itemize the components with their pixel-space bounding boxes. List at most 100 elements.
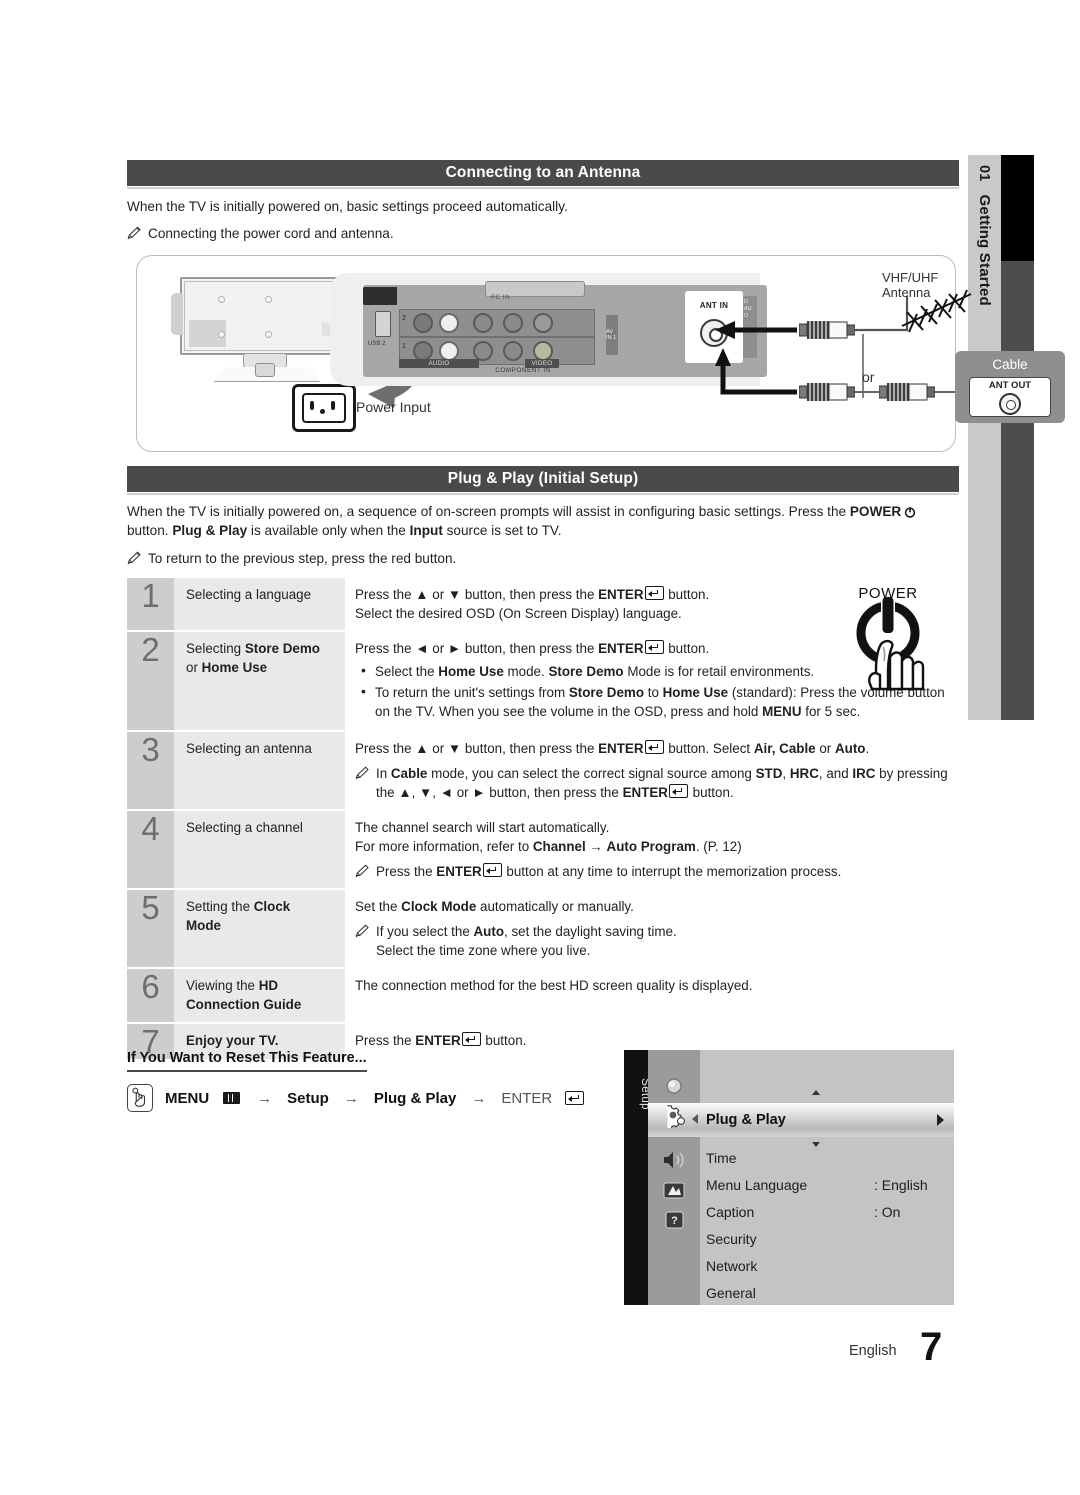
input-bold: Input <box>409 523 443 538</box>
plugplay-label: Plug & Play <box>373 1089 457 1107</box>
plugplay-bold: Plug & Play <box>172 523 248 538</box>
step5-title-b2: Mode <box>186 917 221 933</box>
scroll-up-indicator <box>812 1090 820 1095</box>
pencil-icon <box>127 226 142 240</box>
power-button-illustration: POWER <box>838 585 956 715</box>
cable-routing-lines <box>715 296 955 398</box>
osd-selected-item[interactable]: Plug & Play <box>706 1108 954 1132</box>
table-row: 1 Selecting a language Press the ▲ or ▼ … <box>127 578 959 630</box>
footer-language: English <box>849 1343 897 1359</box>
osd-setup-menu: Setup ? Plug & Play Time Menu Language: … <box>624 1050 954 1305</box>
page-number: 7 <box>920 1325 943 1369</box>
plugplay-intro: When the TV is initially powered on, a s… <box>127 502 947 540</box>
step-number: 4 <box>127 811 174 888</box>
enter-key-icon <box>644 740 664 754</box>
step-description: The connection method for the best HD sc… <box>345 969 959 1022</box>
plugplay-note-text: To return to the previous step, press th… <box>148 551 457 566</box>
osd-selected-label: Plug & Play <box>706 1112 786 1128</box>
step4-line2: For more information, refer to Channel →… <box>355 839 742 854</box>
ant-out-label: ANT OUT <box>988 380 1032 391</box>
step5-title-pre: Setting the <box>186 899 254 914</box>
osd-item-caption[interactable]: Caption : On <box>706 1200 954 1224</box>
manual-page: 01 Getting Started Connecting to an Ante… <box>0 0 1080 1495</box>
antenna-note: Connecting the power cord and antenna. <box>127 224 947 243</box>
section-header-plugplay: Plug & Play (Initial Setup) <box>127 466 959 495</box>
plugplay-intro-b: button. <box>127 523 173 538</box>
reset-menu-path: MENU → Setup → Plug & Play → ENTER <box>127 1084 585 1112</box>
ant-out-jack <box>999 393 1021 415</box>
osd-item-value: : English <box>874 1177 928 1193</box>
step3-lead: Press the ▲ or ▼ button, then press the … <box>355 740 870 756</box>
antenna-intro-text: When the TV is initially powered on, bas… <box>127 199 568 214</box>
menu-key-icon <box>223 1092 241 1104</box>
step5-note-line2: Select the time zone where you live. <box>376 943 591 958</box>
step2-title-pre: Selecting <box>186 641 245 656</box>
step-title: Viewing the HD Connection Guide <box>174 969 345 1022</box>
reset-section-title: If You Want to Reset This Feature... <box>127 1050 367 1072</box>
enter-key-icon <box>565 1091 585 1105</box>
side-tab-text: 01 Getting Started <box>968 155 1001 720</box>
setup-label: Setup <box>287 1089 329 1107</box>
osd-item-time[interactable]: Time <box>706 1146 954 1170</box>
osd-item-network[interactable]: Network <box>706 1254 954 1278</box>
chapter-number: 01 <box>976 165 993 182</box>
step7-title-bold: Enjoy your TV. <box>186 1033 279 1048</box>
setup-steps-table: 1 Selecting a language Press the ▲ or ▼ … <box>127 578 959 1059</box>
header-underline <box>127 187 959 189</box>
step2-title-mid: or <box>186 659 202 675</box>
power-illustration-label: POWER <box>858 585 918 602</box>
chapter-side-tab: 01 Getting Started <box>968 155 1034 720</box>
support-icon: ? <box>660 1208 688 1232</box>
cable-box: Cable ANT OUT <box>955 351 1065 423</box>
or-label: or <box>862 369 875 385</box>
power-symbol-icon <box>904 504 916 518</box>
osd-item-label: Menu Language <box>706 1177 808 1193</box>
cable-label: Cable <box>992 357 1028 372</box>
enter-label: ENTER <box>501 1089 553 1107</box>
step-number: 6 <box>127 969 174 1022</box>
step5-lead: Set the Clock Mode automatically or manu… <box>355 899 634 914</box>
step-description: Set the Clock Mode automatically or manu… <box>345 890 959 967</box>
plugplay-note: To return to the previous step, press th… <box>127 549 947 568</box>
channel-icon <box>660 1178 688 1202</box>
section-title-plugplay: Plug & Play (Initial Setup) <box>447 470 639 487</box>
osd-item-label: Network <box>706 1258 758 1274</box>
header-underline <box>127 493 959 495</box>
hand-pointer-icon <box>127 1084 153 1112</box>
osd-item-label: Caption <box>706 1204 755 1220</box>
sound-icon <box>660 1148 688 1172</box>
step3-note: In Cable mode, you can select the correc… <box>355 764 959 802</box>
osd-item-security[interactable]: Security <box>706 1227 954 1251</box>
antenna-connection-diagram: Power Input PC IN USB 2 2 1 AUDIO VIDEO … <box>136 255 1065 452</box>
enter-key-icon <box>668 784 688 798</box>
antenna-icon <box>901 289 972 333</box>
pencil-icon <box>355 924 370 938</box>
enter-key-icon <box>644 586 664 600</box>
step6-title-b2: Connection Guide <box>186 996 302 1012</box>
step4-line1: The channel search will start automatica… <box>355 820 610 835</box>
step2-title-b1: Store Demo <box>244 641 320 656</box>
section-header-antenna: Connecting to an Antenna <box>127 160 959 189</box>
step-description: Press the ▲ or ▼ button, then press the … <box>345 732 959 809</box>
step6-title-b1: HD <box>258 978 279 993</box>
osd-item-menu-language[interactable]: Menu Language : English <box>706 1173 954 1197</box>
osd-item-label: Time <box>706 1150 737 1166</box>
enter-key-icon <box>461 1032 481 1046</box>
arrow-3: → <box>471 1089 487 1107</box>
step-title: Selecting a channel <box>174 811 345 888</box>
step-title: Selecting an antenna <box>174 732 345 809</box>
section-title-antenna: Connecting to an Antenna <box>445 164 641 181</box>
arrow-1: → <box>257 1089 273 1107</box>
step2-title-b2: Home Use <box>201 659 268 675</box>
osd-item-value: : On <box>874 1204 901 1220</box>
osd-item-general[interactable]: General <box>706 1281 954 1305</box>
step-title: Selecting Store Demo or Home Use <box>174 632 345 730</box>
step3-note-text: In Cable mode, you can select the correc… <box>376 766 948 800</box>
antenna-note-text: Connecting the power cord and antenna. <box>148 226 394 241</box>
plugplay-intro-d: source is set to TV. <box>442 523 562 538</box>
ant-out-port-block: ANT OUT <box>969 377 1051 417</box>
plugplay-intro-c: is available only when the <box>247 523 410 538</box>
step4-note: Press the ENTER button at any time to in… <box>355 862 959 881</box>
table-row: 5 Setting the Clock Mode Set the Clock M… <box>127 888 959 967</box>
coax-connector-bottom-right <box>878 382 936 402</box>
